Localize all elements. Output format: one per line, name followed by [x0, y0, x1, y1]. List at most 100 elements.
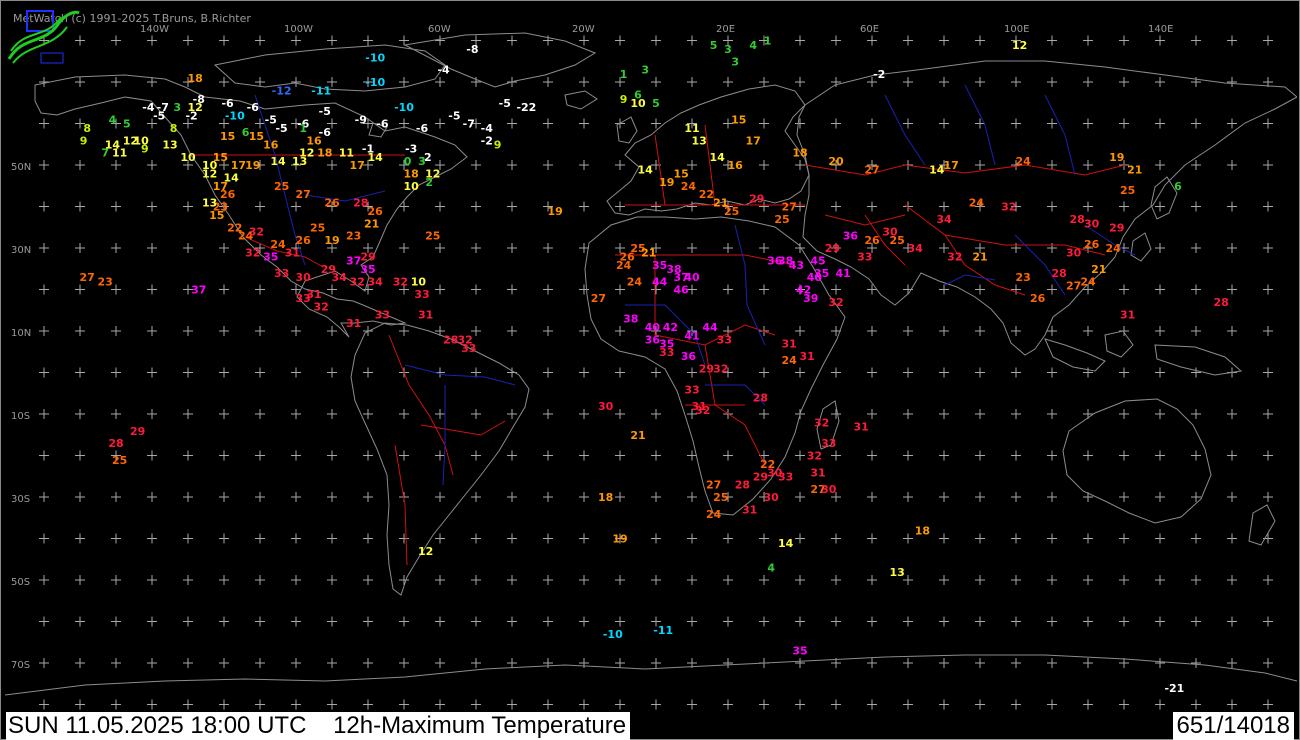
grid-cross	[795, 658, 805, 668]
grid-cross	[615, 658, 625, 668]
grid-cross	[1047, 450, 1057, 461]
grid-cross	[1083, 575, 1093, 585]
grid-cross	[219, 409, 229, 419]
grid-cross	[831, 409, 841, 419]
grid-cross	[1119, 201, 1129, 212]
temperature-value: 37	[346, 255, 361, 268]
grid-cross	[147, 243, 157, 253]
temperature-value: -5	[319, 105, 331, 118]
grid-cross	[183, 450, 193, 461]
grid-cross	[723, 533, 733, 544]
grid-cross	[1263, 326, 1273, 336]
temperature-value: 33	[274, 267, 289, 280]
temperature-value: -4	[481, 122, 494, 135]
grid-cross	[831, 533, 841, 544]
grid-cross	[111, 77, 121, 87]
grid-cross	[1155, 367, 1165, 378]
grid-cross	[1155, 201, 1165, 212]
grid-cross	[183, 699, 193, 710]
grid-cross	[435, 658, 445, 668]
temperature-value: 21	[641, 246, 656, 259]
temperature-value: 43	[789, 259, 804, 272]
grid-cross	[903, 616, 913, 627]
grid-cross	[687, 575, 697, 585]
temperature-value: 21	[630, 429, 645, 442]
temperature-value: 28	[735, 479, 750, 492]
grid-cross	[75, 699, 85, 710]
temperature-value: -6	[221, 97, 234, 110]
grid-cross	[219, 284, 229, 295]
grid-cross	[183, 658, 193, 668]
grid-cross	[1191, 160, 1201, 170]
temperature-value: 30	[821, 483, 837, 496]
temperature-value: 33	[684, 383, 699, 396]
grid-cross	[471, 77, 481, 87]
grid-cross	[183, 243, 193, 253]
grid-cross	[867, 118, 877, 129]
grid-cross	[291, 533, 301, 544]
grid-cross	[1047, 575, 1057, 585]
temperature-value: 18	[915, 524, 930, 537]
grid-cross	[867, 409, 877, 419]
temperature-value: 8	[83, 122, 91, 135]
temperature-value: 25	[274, 180, 289, 193]
grid-cross	[1011, 492, 1021, 502]
grid-cross	[435, 450, 445, 461]
grid-cross	[579, 699, 589, 710]
grid-cross	[1191, 409, 1201, 419]
temperature-value: 26	[1030, 292, 1046, 305]
grid-cross	[291, 367, 301, 378]
grid-cross	[399, 35, 409, 46]
temperature-value: -11	[311, 84, 331, 97]
temperature-value: 14	[638, 163, 654, 176]
grid-cross	[147, 35, 157, 46]
temperature-value: 5	[123, 118, 131, 131]
temperature-value: 34	[908, 242, 924, 255]
temperature-value: 21	[364, 217, 379, 230]
grid-cross	[1011, 658, 1021, 668]
temperature-value: 32	[695, 404, 710, 417]
grid-cross	[1263, 201, 1273, 212]
grid-cross	[579, 450, 589, 461]
grid-cross	[507, 118, 517, 129]
grid-cross	[183, 575, 193, 585]
latitude-label: 10S	[11, 411, 30, 422]
temperature-value: 16	[306, 134, 322, 147]
grid-cross	[579, 326, 589, 336]
world-map[interactable]: 140W 100W 60W 20W 20E 60E 100E 140E 50N 30N 10N 10…	[5, 5, 1297, 711]
grid-cross	[831, 616, 841, 627]
temperature-value: 39	[803, 292, 818, 305]
grid-cross	[471, 533, 481, 544]
temperature-value: 19	[612, 533, 627, 546]
temperature-value: 44	[652, 275, 668, 288]
temperature-value: 15	[674, 167, 689, 180]
grid-cross	[867, 201, 877, 212]
grid-cross	[507, 35, 517, 46]
grid-cross	[291, 575, 301, 585]
grid-cross	[1263, 409, 1273, 419]
grid-cross	[1083, 201, 1093, 212]
temperature-value: 13	[692, 134, 707, 147]
grid-cross	[291, 658, 301, 668]
temperature-value: 3	[173, 101, 181, 114]
grid-cross	[1191, 450, 1201, 461]
temperature-value: 40	[684, 271, 700, 284]
grid-cross	[903, 35, 913, 46]
grid-cross	[1011, 533, 1021, 544]
grid-cross	[1155, 492, 1165, 502]
temperature-value: 35	[263, 250, 278, 263]
grid-cross	[435, 575, 445, 585]
latitude-label: 30S	[11, 494, 30, 505]
grid-cross	[75, 201, 85, 212]
temperature-value: -6	[247, 101, 260, 114]
grid-cross	[507, 658, 517, 668]
grid-cross	[975, 326, 985, 336]
grid-cross	[219, 616, 229, 627]
grid-cross	[615, 699, 625, 710]
grid-cross	[399, 616, 409, 627]
grid-cross	[1191, 284, 1201, 295]
grid-cross	[975, 575, 985, 585]
grid-cross	[1011, 616, 1021, 627]
grid-cross	[1263, 492, 1273, 502]
grid-cross	[1155, 118, 1165, 129]
